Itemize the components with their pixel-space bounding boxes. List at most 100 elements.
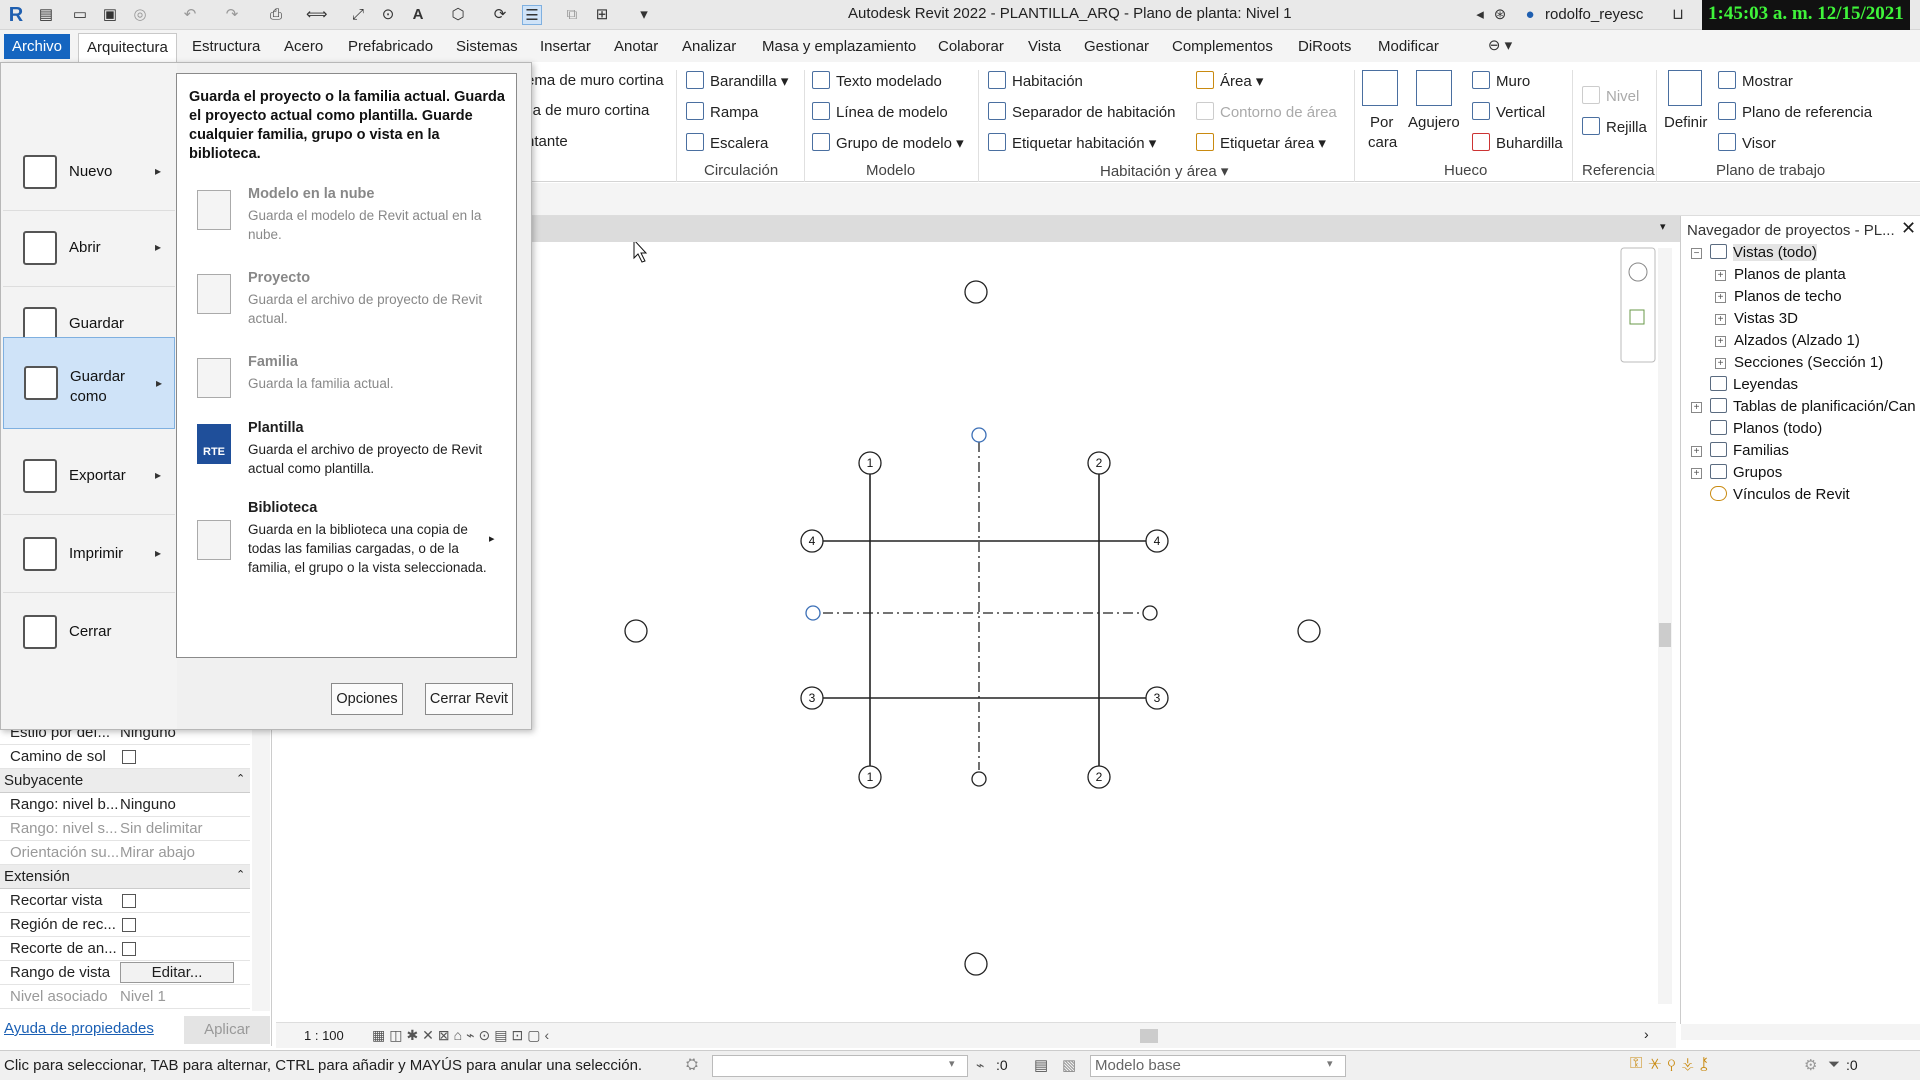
view-scale[interactable]: 1 : 100 [304, 1028, 344, 1043]
tab-gestionar[interactable]: Gestionar [1076, 36, 1157, 57]
nav-item-planos[interactable]: Planos (todo) [1710, 420, 1822, 437]
group-room-area[interactable]: Habitación y área ▾ [1100, 162, 1228, 180]
model-group-button[interactable]: Grupo de modelo ▾ [812, 133, 964, 152]
expand-icon[interactable]: + [1715, 336, 1726, 347]
tab-analizar[interactable]: Analizar [674, 36, 744, 57]
expand-icon[interactable]: + [1715, 358, 1726, 369]
thin-lines-icon[interactable]: ☰ [522, 5, 542, 25]
home-icon[interactable]: ▤ [36, 5, 56, 25]
file-menu-imprimir[interactable]: Imprimir ▸ [3, 515, 175, 593]
save-as-cloud-model[interactable]: Modelo en la nube Guarda el modelo de Rev… [187, 186, 507, 246]
ribbon-curtain-grid[interactable]: lla de muro cortina [526, 102, 649, 119]
ref-plane-button[interactable]: Plano de referencia [1718, 102, 1872, 121]
tab-diroots[interactable]: DiRoots [1290, 36, 1359, 57]
save-as-project[interactable]: Proyecto Guarda el archivo de proyecto de… [187, 270, 507, 330]
expand-icon[interactable]: + [1691, 402, 1702, 413]
tag-icon[interactable]: ⊙ [378, 5, 398, 25]
vertical-opening-button[interactable]: Vertical [1472, 102, 1545, 121]
nav-item-planos-techo[interactable]: + Planos de techo [1715, 288, 1842, 305]
view-tab-menu-icon[interactable]: ▾ [1660, 220, 1666, 233]
elevation-marker-north[interactable] [964, 280, 988, 304]
scroll-right-icon[interactable]: › [1644, 1026, 1649, 1042]
worksharing-icon[interactable]: ⛭ [686, 1056, 698, 1073]
user-icon[interactable]: ● [1520, 5, 1540, 25]
project-browser-scrollbar[interactable] [1681, 1024, 1920, 1040]
room-separator-button[interactable]: Separador de habitación [988, 102, 1175, 121]
tab-prefabricado[interactable]: Prefabricado [340, 36, 441, 57]
model-text-button[interactable]: Texto modelado [812, 71, 942, 90]
open-icon[interactable]: ▭ [70, 5, 90, 25]
crop-view-checkbox[interactable] [122, 894, 136, 908]
close-icon[interactable]: ✕ [1901, 218, 1916, 239]
measure-icon[interactable]: ⟺ [306, 5, 328, 25]
elevation-marker-south[interactable] [964, 952, 988, 976]
tag-area-button[interactable]: Etiquetar área ▾ [1196, 133, 1326, 152]
elevation-marker-west[interactable] [624, 619, 648, 643]
horizontal-scroll-thumb[interactable] [1140, 1029, 1158, 1043]
arrow-left-icon[interactable]: ◂ [1470, 5, 1490, 25]
tab-modificar[interactable]: Modificar [1370, 36, 1447, 57]
tab-anotar[interactable]: Anotar [606, 36, 666, 57]
ribbon-mullion[interactable]: ntante [526, 133, 568, 150]
binoculars-icon[interactable]: ⊛ [1490, 5, 1510, 25]
file-menu-exportar[interactable]: Exportar ▸ [3, 437, 175, 515]
tab-masa[interactable]: Masa y emplazamiento [754, 36, 924, 57]
panel-toggle-icon[interactable]: ⊖ ▾ [1480, 36, 1520, 56]
wall-opening-button[interactable]: Muro [1472, 71, 1530, 90]
ref-marker-bottom[interactable] [971, 771, 987, 787]
save-as-family[interactable]: Familia Guarda la familia actual. [187, 354, 507, 404]
viewer-button[interactable]: Visor [1718, 133, 1776, 152]
user-name[interactable]: rodolfo_reyesc [1545, 6, 1643, 23]
text-icon[interactable]: A [408, 5, 428, 25]
ribbon-curtain-system[interactable]: ema de muro cortina [526, 72, 664, 89]
undo-icon[interactable]: ↶ [180, 5, 200, 25]
by-face-label-1[interactable]: Por [1370, 114, 1393, 131]
annotation-crop-checkbox[interactable] [122, 942, 136, 956]
tag-room-button[interactable]: Etiquetar habitación ▾ [988, 133, 1156, 152]
background-process-icon[interactable]: ⚙ [1804, 1056, 1817, 1074]
prop-row[interactable]: Recortar vista [0, 889, 250, 913]
apply-button[interactable]: Aplicar [184, 1016, 270, 1044]
selection-options-icons[interactable]: ⚿⚹⚲⚶⚷ [1630, 1055, 1714, 1073]
nav-item-secciones[interactable]: + Secciones (Sección 1) [1715, 354, 1883, 371]
tab-arquitectura[interactable]: Arquitectura [78, 33, 177, 62]
nav-item-tablas[interactable]: + Tablas de planificación/Can [1691, 398, 1916, 415]
save-as-template[interactable]: RTE Plantilla Guarda el archivo de proyect… [187, 420, 507, 480]
close-hidden-icon[interactable]: ⧉ [562, 5, 582, 25]
ref-marker-right[interactable] [1142, 605, 1158, 621]
tab-colaborar[interactable]: Colaborar [930, 36, 1012, 57]
crop-region-visible-checkbox[interactable] [122, 918, 136, 932]
save-icon[interactable]: ▣ [100, 5, 120, 25]
set-workplane-icon[interactable] [1668, 70, 1702, 106]
edit-view-range-button[interactable]: Editar... [120, 962, 234, 983]
file-menu-cerrar[interactable]: Cerrar [3, 593, 175, 671]
nav-item-familias[interactable]: + Familias [1691, 442, 1789, 459]
tab-estructura[interactable]: Estructura [184, 36, 268, 57]
redo-icon[interactable]: ↷ [222, 5, 242, 25]
ref-marker-top[interactable] [971, 427, 987, 443]
ramp-button[interactable]: Rampa [686, 102, 758, 121]
file-menu-guardar-como[interactable]: Guardar como ▸ [3, 337, 175, 429]
file-menu-nuevo[interactable]: Nuevo ▸ [3, 133, 175, 211]
model-line-button[interactable]: Línea de modelo [812, 102, 948, 121]
dormer-button[interactable]: Buhardilla [1472, 133, 1563, 152]
prop-row[interactable]: Nivel asociado Nivel 1 [0, 985, 250, 1009]
prop-section-subyacente[interactable]: Subyacente ⌃ [0, 769, 250, 793]
filter-icon[interactable]: ⏷ [1828, 1056, 1840, 1073]
exclude-options-icon[interactable]: ▧ [1062, 1056, 1076, 1074]
save-as-library[interactable]: Biblioteca Guarda en la biblioteca una co… [187, 500, 507, 590]
prop-row[interactable]: Orientación su... Mirar abajo [0, 841, 250, 865]
view-control-icons[interactable]: ▦◫✱✕⊠⌂⌁⊙▤⊡▢‹ [372, 1027, 553, 1044]
design-option-dropdown[interactable]: Modelo base ▾ [1090, 1055, 1346, 1077]
nav-item-leyendas[interactable]: Leyendas [1710, 376, 1798, 393]
prop-row[interactable]: Rango: nivel b... Ninguno [0, 793, 250, 817]
nav-item-alzados[interactable]: + Alzados (Alzado 1) [1715, 332, 1860, 349]
cart-icon[interactable]: ⊔ [1668, 5, 1688, 25]
prop-row[interactable]: Rango: nivel s... Sin delimitar [0, 817, 250, 841]
stair-button[interactable]: Escalera [686, 133, 768, 152]
customize-qat-icon[interactable]: ▾ [634, 5, 654, 25]
nav-item-planos-planta[interactable]: + Planos de planta [1715, 266, 1846, 283]
editable-icon[interactable]: ⌁ [976, 1057, 984, 1074]
tab-archivo[interactable]: Archivo [4, 34, 71, 59]
ref-marker-left[interactable] [805, 605, 821, 621]
